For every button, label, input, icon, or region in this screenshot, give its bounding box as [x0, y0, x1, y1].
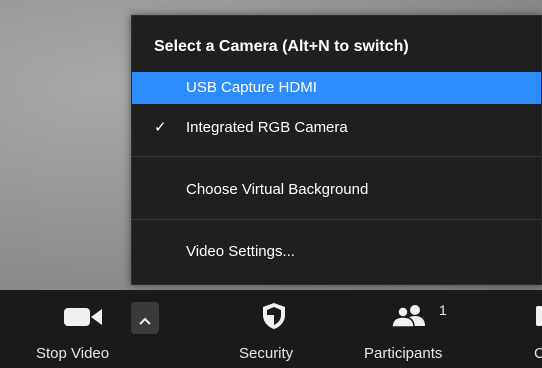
- menu-divider: [132, 219, 541, 220]
- participants-button[interactable]: 1 Participants: [355, 290, 475, 368]
- meeting-toolbar: Stop Video Security 1 Participants C: [0, 290, 542, 368]
- toolbar-item-icon: [536, 306, 542, 326]
- shield-icon: [261, 302, 287, 335]
- video-camera-icon: [64, 306, 104, 333]
- camera-select-menu: Select a Camera (Alt+N to switch) USB Ca…: [131, 15, 542, 285]
- menu-item-label: Choose Virtual Background: [186, 181, 369, 198]
- chevron-up-icon: [139, 313, 151, 331]
- menu-item-video-settings[interactable]: Video Settings...: [132, 236, 541, 268]
- stop-video-button[interactable]: Stop Video: [0, 290, 125, 368]
- stop-video-label: Stop Video: [36, 345, 110, 362]
- next-toolbar-label: C: [534, 345, 542, 362]
- next-toolbar-button[interactable]: C: [530, 290, 542, 368]
- menu-divider: [132, 156, 541, 157]
- participants-count: 1: [439, 302, 447, 318]
- menu-item-usb-capture-hdmi[interactable]: USB Capture HDMI: [132, 72, 541, 104]
- menu-item-label: USB Capture HDMI: [186, 79, 317, 96]
- participants-icon: [391, 304, 429, 333]
- checkmark-icon: ✓: [154, 119, 167, 136]
- menu-item-label: Video Settings...: [186, 243, 295, 260]
- video-options-chevron-button[interactable]: [131, 302, 159, 334]
- security-button[interactable]: Security: [225, 290, 325, 368]
- menu-item-integrated-rgb-camera[interactable]: ✓ Integrated RGB Camera: [132, 112, 541, 144]
- menu-item-choose-virtual-background[interactable]: Choose Virtual Background: [132, 174, 541, 206]
- security-label: Security: [239, 345, 294, 362]
- menu-item-label: Integrated RGB Camera: [186, 119, 348, 136]
- participants-label: Participants: [364, 345, 443, 362]
- menu-title: Select a Camera (Alt+N to switch): [154, 38, 409, 55]
